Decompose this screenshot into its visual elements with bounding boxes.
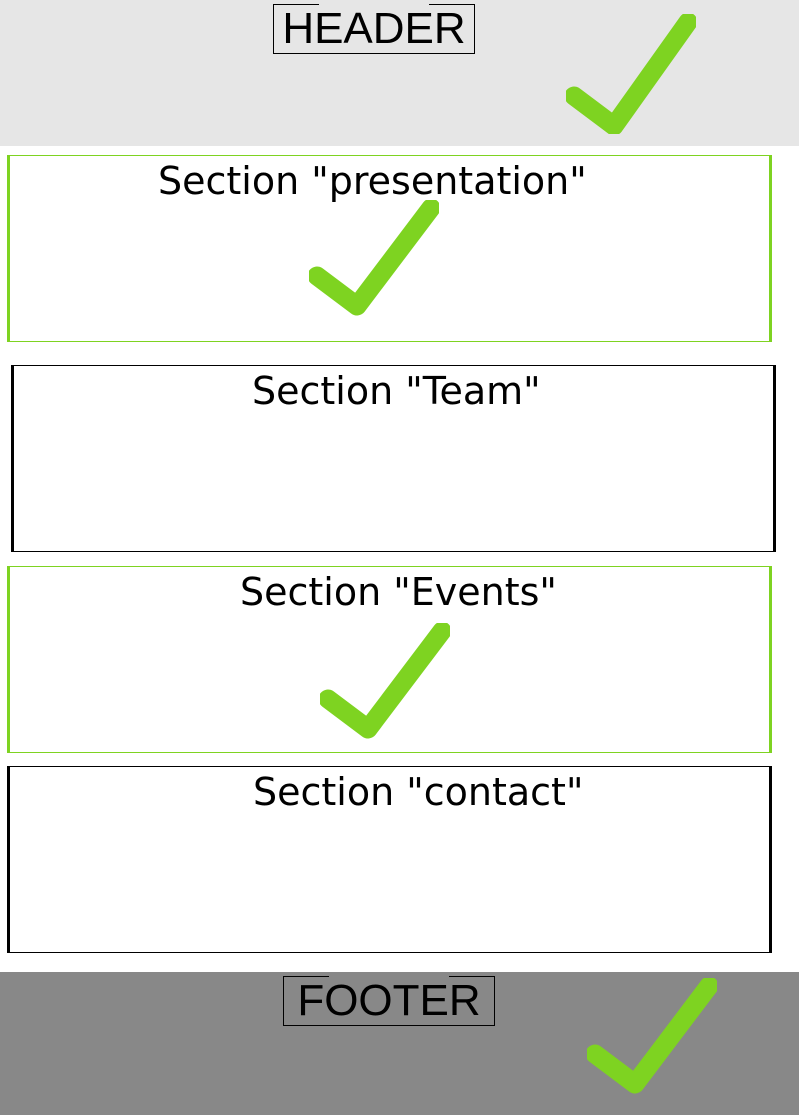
events-checkmark-icon <box>320 623 450 739</box>
frame-edge <box>449 976 495 977</box>
checkmark-stroke <box>587 978 717 1094</box>
section-title-presentation: Section "presentation" <box>158 159 587 203</box>
checkmark-stroke <box>309 200 439 316</box>
frame-edge <box>429 4 475 5</box>
section-title-contact: Section "contact" <box>253 770 584 814</box>
checkmark-stroke <box>566 14 696 134</box>
section-contact: Section "contact" <box>7 766 772 953</box>
frame-edge <box>283 976 329 977</box>
section-team: Section "Team" <box>11 365 776 552</box>
checkmark-stroke <box>320 623 450 739</box>
footer-label-frame: FOOTER <box>283 976 495 1026</box>
footer-checkmark-icon <box>587 978 717 1094</box>
header-label: HEADER <box>282 4 466 53</box>
section-title-team: Section "Team" <box>252 369 541 413</box>
frame-edge <box>273 4 319 5</box>
section-title-events: Section "Events" <box>240 570 557 614</box>
footer-label: FOOTER <box>297 976 481 1025</box>
header-checkmark-icon <box>566 14 696 134</box>
presentation-checkmark-icon <box>309 200 439 316</box>
header-label-frame: HEADER <box>273 4 475 54</box>
